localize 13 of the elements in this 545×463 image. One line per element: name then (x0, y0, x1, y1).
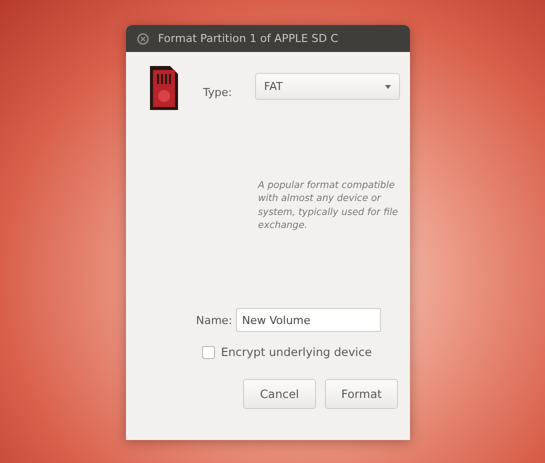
dropdown-arrow-icon (385, 84, 391, 90)
sd-card-icon (150, 66, 178, 110)
window-title: Format Partition 1 of APPLE SD C (158, 32, 338, 45)
name-label: Name: (196, 314, 234, 327)
format-description: A popular format compatible with almost any device or system, typically used for file exchange. (258, 179, 399, 232)
close-icon[interactable] (137, 32, 149, 44)
cancel-button[interactable]: Cancel (243, 379, 316, 410)
encrypt-checkbox[interactable] (202, 346, 215, 359)
type-dropdown[interactable]: FAT (255, 73, 400, 100)
name-field[interactable]: New Volume (236, 308, 381, 332)
encrypt-label: Encrypt underlying device (221, 345, 372, 360)
type-label: Type: (203, 86, 233, 99)
format-button[interactable]: Format (325, 379, 398, 410)
